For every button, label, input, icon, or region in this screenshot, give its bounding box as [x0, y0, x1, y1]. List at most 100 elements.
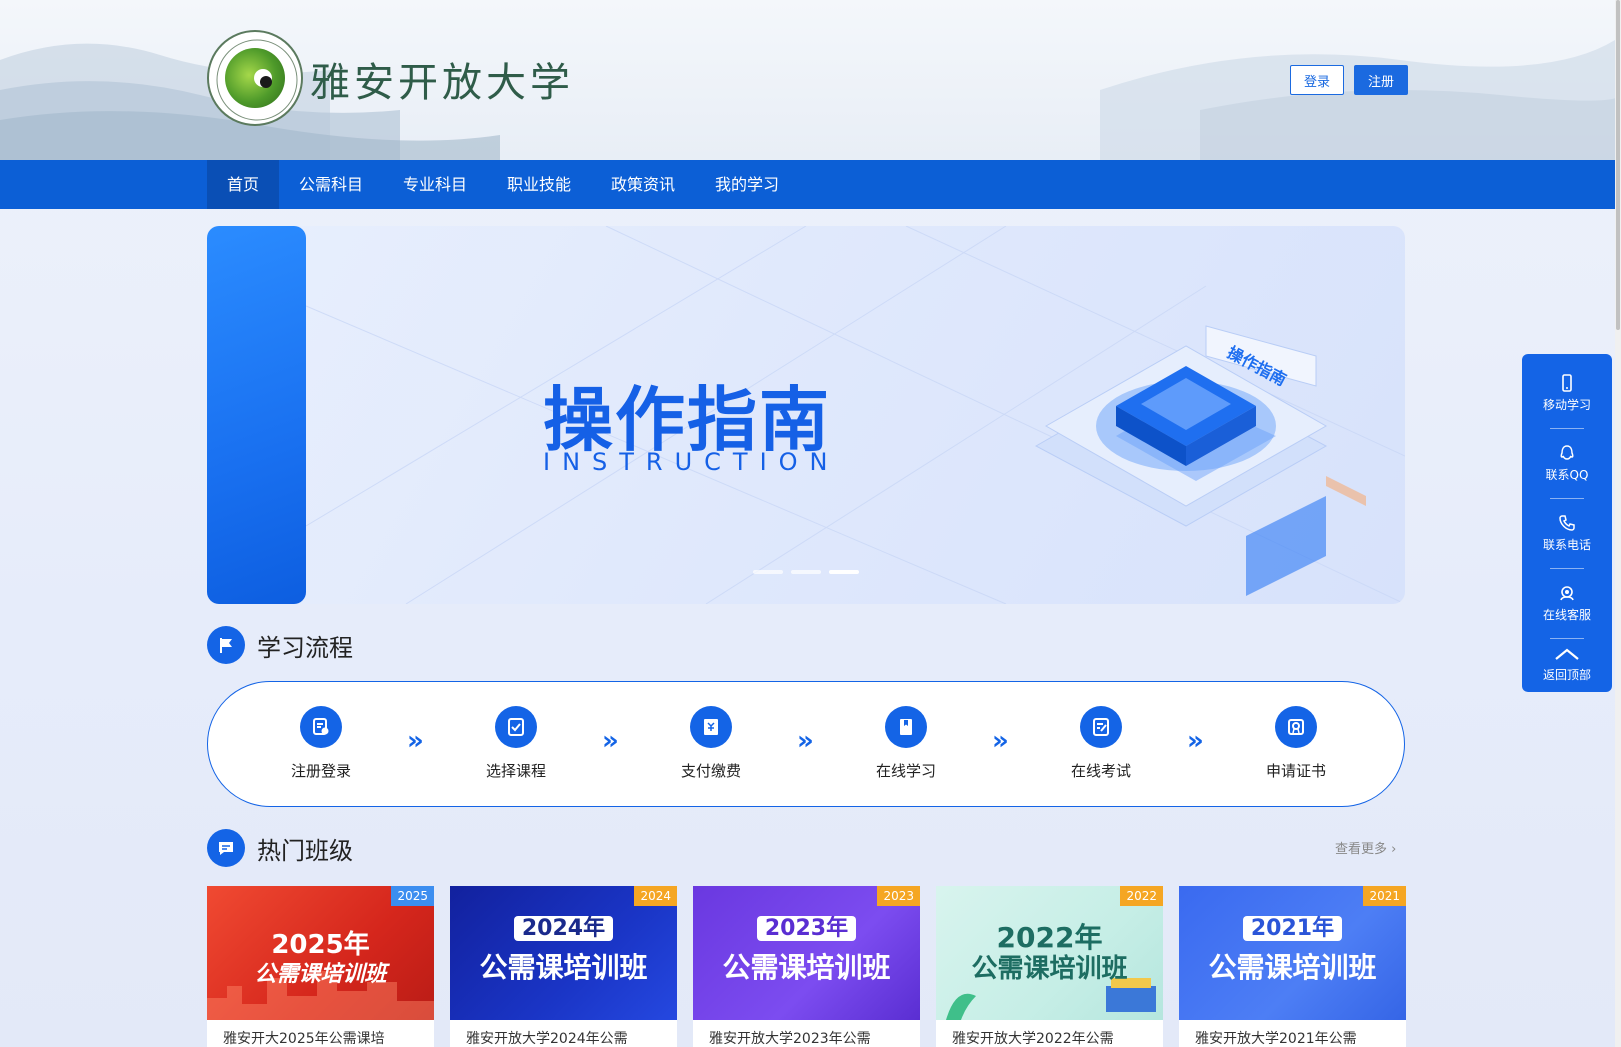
class-card-year: 2021年 [1179, 910, 1406, 942]
select-course-icon [495, 706, 537, 748]
sidebar-contact-qq[interactable]: 联系QQ [1522, 444, 1612, 483]
process-title: 学习流程 [257, 633, 353, 662]
sidebar-label: 移动学习 [1542, 398, 1591, 412]
step-label: 注册登录 [290, 762, 351, 780]
nav-item-professional-courses[interactable]: 专业科目 [393, 160, 477, 209]
carousel-dot-3[interactable] [829, 570, 859, 574]
step-select-course[interactable]: 选择课程 [456, 706, 576, 781]
process-arrow: » [797, 726, 814, 756]
step-register-login[interactable]: 注册登录 [261, 706, 381, 781]
class-card-image: 2024 2024年 公需课培训班 [450, 886, 677, 1020]
sidebar-contact-phone[interactable]: 联系电话 [1522, 514, 1612, 553]
carousel-dot-1[interactable] [753, 570, 783, 574]
sidebar-label: 联系QQ [1545, 468, 1589, 482]
sidebar-label: 联系电话 [1542, 538, 1591, 552]
sidebar-label: 在线客服 [1542, 608, 1591, 622]
register-button[interactable]: 注册 [1354, 65, 1408, 95]
class-card-badge: 2022 [1120, 886, 1163, 906]
login-button[interactable]: 登录 [1290, 65, 1344, 95]
payment-icon [690, 706, 732, 748]
class-card-name: 公需课培训班 [479, 951, 648, 984]
class-card-name: 公需课培训班 [1208, 951, 1377, 984]
carousel-dot-2[interactable] [791, 570, 821, 574]
sidebar-divider [1550, 638, 1584, 639]
sidebar-online-service[interactable]: 在线客服 [1522, 584, 1612, 623]
step-label: 在线考试 [1070, 762, 1131, 780]
nav-item-home[interactable]: 首页 [207, 160, 279, 209]
step-apply-certificate[interactable]: 申请证书 [1236, 706, 1356, 781]
school-logo[interactable] [207, 30, 303, 126]
back-to-top-icon [1555, 648, 1579, 660]
chevron-right-icon: › [1391, 842, 1397, 857]
class-card-badge: 2023 [877, 886, 920, 906]
process-arrow: » [992, 726, 1009, 756]
nav-item-public-courses[interactable]: 公需科目 [289, 160, 373, 209]
class-card-image: 2023 2023年 公需课培训班 [693, 886, 920, 1020]
class-card-year-label: 2024年 [513, 916, 614, 941]
class-card-name: 公需课培训班 [254, 962, 387, 987]
view-more-label: 查看更多 [1335, 842, 1388, 857]
page-scrollbar[interactable] [1615, 0, 1621, 1047]
nav-item-vocational-skills[interactable]: 职业技能 [497, 160, 581, 209]
class-card-2021[interactable]: 2021 2021年 公需课培训班 雅安开放大学2021年公需 [1179, 886, 1406, 1047]
hot-section-title: 热门班级 [207, 828, 353, 868]
flag-icon [207, 626, 245, 664]
step-online-exam[interactable]: 在线考试 [1041, 706, 1161, 781]
sidebar-label: 返回顶部 [1542, 668, 1591, 682]
learning-process: 注册登录 » 选择课程 » 支付缴费 » 在线学习 » 在线考试 » 申请证书 [207, 681, 1405, 807]
step-online-study[interactable]: 在线学习 [846, 706, 966, 781]
sidebar-mobile-learning[interactable]: 移动学习 [1522, 374, 1612, 413]
class-card-badge: 2025 [391, 886, 434, 906]
nav-item-my-learning[interactable]: 我的学习 [705, 160, 789, 209]
online-study-icon [885, 706, 927, 748]
scrollbar-thumb[interactable] [1616, 0, 1620, 330]
class-card-title: 雅安开放大学2022年公需 [952, 1031, 1114, 1047]
carousel-dots [753, 570, 859, 574]
step-label: 支付缴费 [680, 762, 741, 780]
floating-sidebar: 移动学习 联系QQ 联系电话 在线客服 返回顶部 [1522, 354, 1612, 692]
banner-subtitle: INSTRUCTION [543, 448, 840, 476]
banner-previous-slide[interactable] [207, 226, 306, 604]
class-card-name: 公需课培训班 [971, 954, 1128, 984]
class-card-title: 雅安开大2025年公需课培 [223, 1031, 385, 1047]
step-label: 申请证书 [1265, 762, 1326, 780]
online-exam-icon [1080, 706, 1122, 748]
class-card-name: 公需课培训班 [722, 951, 891, 984]
chat-icon [207, 829, 245, 867]
class-card-image: 2025 2025年 公需课培训班 [207, 886, 434, 1020]
sidebar-divider [1550, 568, 1584, 569]
customer-service-icon [1560, 586, 1574, 601]
process-arrow: » [602, 726, 619, 756]
header: 雅安开放大学 登录 注册 [0, 0, 1615, 160]
class-card-2023[interactable]: 2023 2023年 公需课培训班 雅安开放大学2023年公需 [693, 886, 920, 1047]
class-card-year: 2024年 [450, 910, 677, 942]
sidebar-back-to-top[interactable]: 返回顶部 [1522, 646, 1612, 683]
phone-icon [1559, 515, 1575, 531]
class-card-2022[interactable]: 2022 2022年 公需课培训班 雅安开放大学2022年公需 [936, 886, 1163, 1047]
class-card-2024[interactable]: 2024 2024年 公需课培训班 雅安开放大学2024年公需 [450, 886, 677, 1047]
class-card-year-label: 2023年 [756, 916, 857, 941]
class-card-badge: 2024 [634, 886, 677, 906]
class-card-badge: 2021 [1363, 886, 1406, 906]
view-more-link[interactable]: 查看更多 › [1335, 838, 1396, 857]
sidebar-divider [1550, 498, 1584, 499]
school-name: 雅安开放大学 [310, 60, 574, 106]
logo-ring-icon [216, 39, 298, 121]
class-card-2025[interactable]: 2025 2025年 公需课培训班 雅安开大2025年公需课培 [207, 886, 434, 1047]
mobile-icon [1562, 374, 1572, 392]
banner-carousel[interactable]: 操作指南 操作指南 INSTRUCTION [207, 226, 1405, 604]
process-section-title: 学习流程 [207, 625, 353, 665]
class-card-image: 2021 2021年 公需课培训班 [1179, 886, 1406, 1020]
step-payment[interactable]: 支付缴费 [651, 706, 771, 781]
banner-illustration: 操作指南 [306, 226, 1405, 604]
register-login-icon [300, 706, 342, 748]
nav-item-policy-news[interactable]: 政策资讯 [601, 160, 685, 209]
class-card-year-label: 2021年 [1242, 916, 1343, 941]
class-card-year: 2023年 [693, 910, 920, 942]
step-label: 选择课程 [485, 762, 546, 780]
process-arrow: » [1187, 726, 1204, 756]
process-arrow: » [407, 726, 424, 756]
step-label: 在线学习 [875, 762, 936, 780]
sidebar-divider [1550, 428, 1584, 429]
class-card-title: 雅安开放大学2021年公需 [1195, 1031, 1357, 1047]
